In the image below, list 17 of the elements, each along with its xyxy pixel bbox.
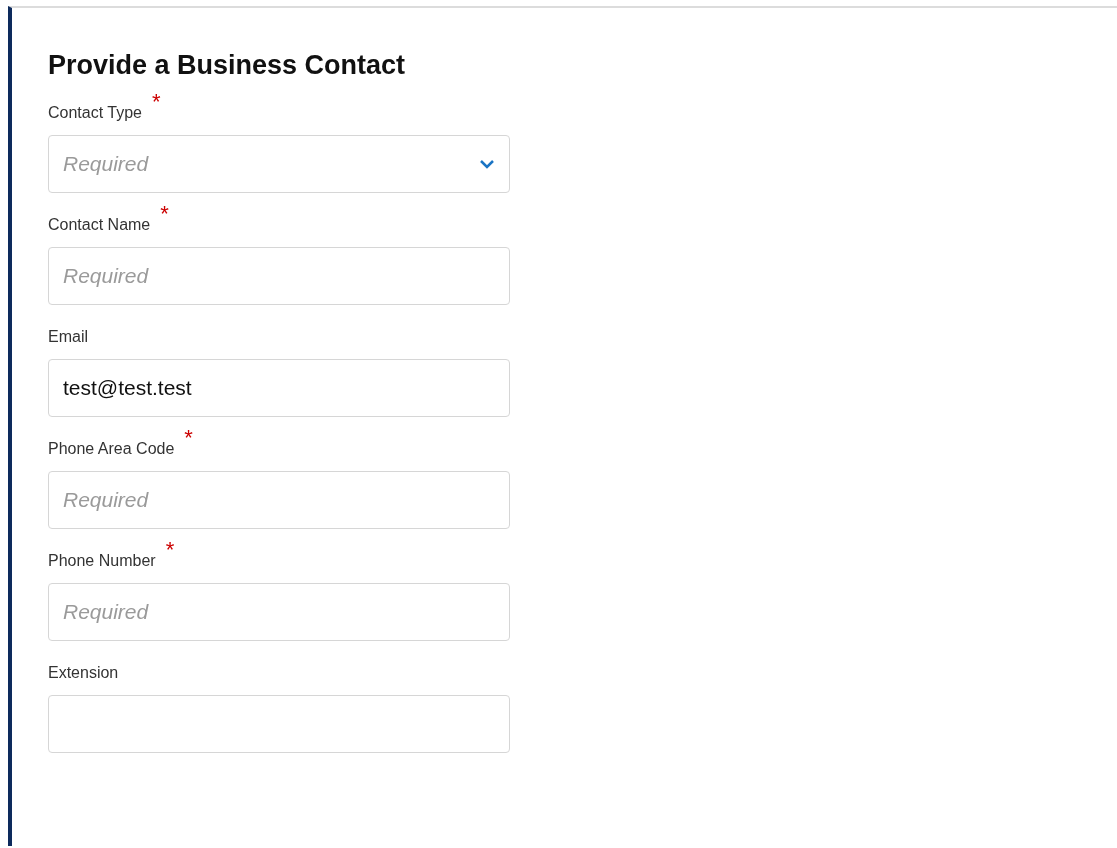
form-title: Provide a Business Contact bbox=[48, 50, 407, 81]
input-field[interactable]: Required bbox=[48, 247, 510, 305]
input-field[interactable]: Required bbox=[48, 583, 510, 641]
field-label: Phone Number bbox=[48, 552, 156, 570]
field-label: Phone Area Code bbox=[48, 440, 175, 458]
required-mark: * bbox=[184, 427, 193, 449]
required-mark: * bbox=[152, 91, 161, 113]
input-field[interactable]: test@test.test bbox=[48, 359, 510, 417]
field-label: Extension bbox=[48, 664, 119, 682]
input-field[interactable] bbox=[48, 695, 510, 753]
chevron-down-icon bbox=[479, 159, 495, 169]
field-label: Contact Type bbox=[48, 104, 142, 122]
input-field[interactable]: Required bbox=[48, 471, 510, 529]
field-label: Contact Name bbox=[48, 216, 151, 234]
required-mark: * bbox=[165, 539, 175, 561]
field-label: Email bbox=[48, 328, 88, 346]
required-mark: * bbox=[160, 203, 169, 225]
